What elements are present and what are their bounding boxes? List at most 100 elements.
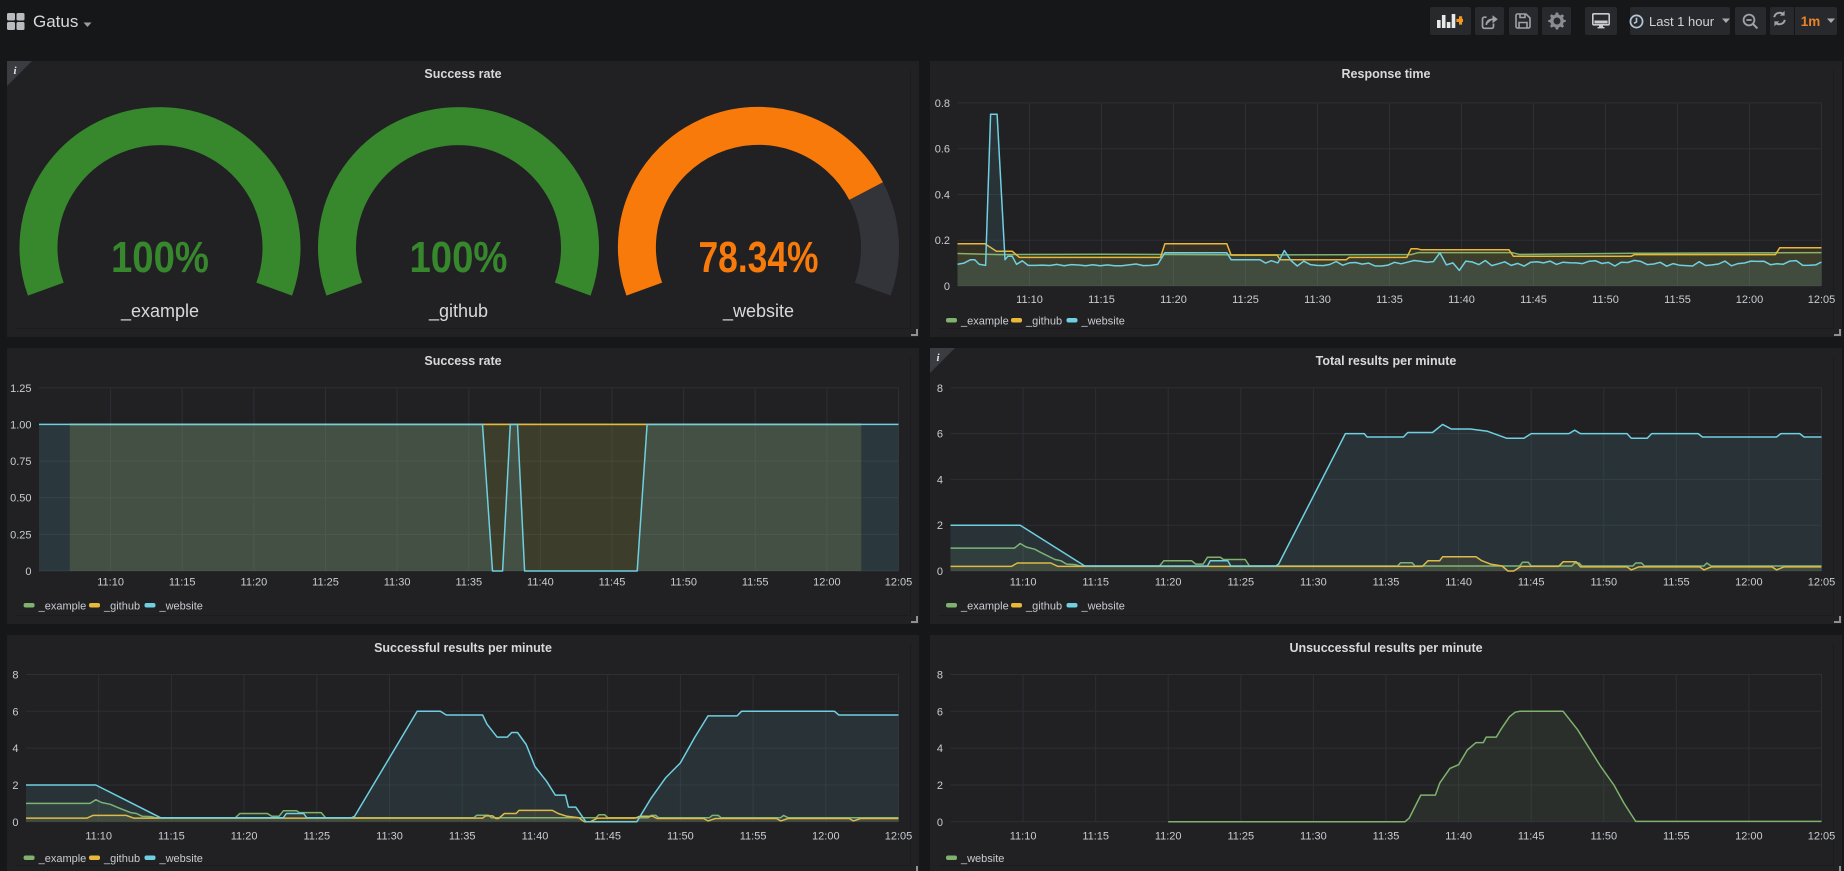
svg-text:11:55: 11:55 [1664,294,1691,306]
svg-text:11:35: 11:35 [455,577,482,589]
svg-text:100%: 100% [111,233,209,282]
svg-text:78.34%: 78.34% [699,233,819,282]
svg-text:11:10: 11:10 [85,831,112,843]
svg-text:11:40: 11:40 [522,831,549,843]
svg-text:11:30: 11:30 [1304,294,1331,306]
svg-text:11:40: 11:40 [1445,831,1472,843]
svg-text:11:50: 11:50 [667,831,694,843]
svg-text:0: 0 [937,817,943,829]
svg-text:0: 0 [25,566,31,578]
svg-text:11:10: 11:10 [1016,294,1043,306]
svg-text:11:20: 11:20 [231,831,258,843]
svg-text:0: 0 [937,566,943,578]
svg-text:11:40: 11:40 [1448,294,1475,306]
svg-text:11:30: 11:30 [1300,831,1327,843]
svg-text:_website: _website [159,853,203,865]
svg-text:11:20: 11:20 [1155,577,1182,589]
svg-text:12:05: 12:05 [885,577,913,589]
svg-text:11:55: 11:55 [1663,831,1690,843]
svg-text:11:55: 11:55 [742,577,769,589]
svg-text:_website: _website [159,601,203,613]
svg-text:11:25: 11:25 [1227,831,1254,843]
svg-text:Success rate: Success rate [424,67,501,81]
svg-text:4: 4 [12,743,18,755]
svg-text:_website: _website [1081,601,1125,613]
svg-text:4: 4 [937,474,943,486]
svg-text:_example: _example [38,601,87,613]
svg-text:12:00: 12:00 [813,577,841,589]
svg-text:Total results per minute: Total results per minute [1316,354,1457,368]
svg-text:1.00: 1.00 [10,419,31,431]
svg-text:11:40: 11:40 [527,577,554,589]
svg-text:12:00: 12:00 [1735,577,1763,589]
svg-text:11:45: 11:45 [599,577,626,589]
svg-text:0.6: 0.6 [935,144,950,156]
svg-text:12:00: 12:00 [1735,831,1763,843]
svg-text:11:20: 11:20 [1155,831,1182,843]
svg-text:Success rate: Success rate [424,354,501,368]
svg-text:11:30: 11:30 [1300,577,1327,589]
svg-text:_website: _website [722,301,794,322]
svg-text:0.50: 0.50 [10,493,31,505]
svg-text:Response time: Response time [1342,67,1431,81]
svg-text:2: 2 [937,780,943,792]
svg-text:0: 0 [12,817,18,829]
svg-text:_example: _example [960,316,1009,328]
svg-text:11:45: 11:45 [1518,577,1545,589]
svg-text:11:15: 11:15 [169,577,196,589]
svg-text:12:05: 12:05 [1808,294,1836,306]
svg-text:11:15: 11:15 [1082,577,1109,589]
svg-text:_github: _github [103,853,140,865]
svg-text:11:30: 11:30 [376,831,403,843]
svg-text:_github: _github [428,301,488,322]
svg-text:11:45: 11:45 [1520,294,1547,306]
svg-text:8: 8 [937,670,943,682]
svg-text:11:50: 11:50 [670,577,697,589]
svg-text:12:00: 12:00 [812,831,840,843]
svg-text:100%: 100% [410,233,508,282]
svg-text:_github: _github [103,601,140,613]
svg-text:4: 4 [937,743,943,755]
svg-text:2: 2 [12,780,18,792]
svg-text:11:15: 11:15 [1082,831,1109,843]
svg-text:11:55: 11:55 [740,831,767,843]
svg-text:Unsuccessful results per minut: Unsuccessful results per minute [1289,641,1482,655]
svg-text:11:25: 11:25 [303,831,330,843]
svg-text:11:15: 11:15 [158,831,185,843]
svg-text:11:30: 11:30 [384,577,411,589]
svg-text:11:15: 11:15 [1088,294,1115,306]
svg-text:11:10: 11:10 [1010,577,1037,589]
svg-text:_example: _example [120,301,199,322]
svg-text:11:35: 11:35 [1373,577,1400,589]
svg-text:11:10: 11:10 [97,577,124,589]
svg-text:11:25: 11:25 [1227,577,1254,589]
svg-text:6: 6 [937,706,943,718]
svg-text:_github: _github [1025,316,1062,328]
svg-text:12:05: 12:05 [1808,831,1836,843]
svg-text:1.25: 1.25 [10,383,31,395]
svg-text:11:10: 11:10 [1010,831,1037,843]
svg-text:Successful results per minute: Successful results per minute [374,641,552,655]
svg-text:0.2: 0.2 [935,235,950,247]
svg-text:0.4: 0.4 [935,190,950,202]
svg-text:11:50: 11:50 [1590,577,1617,589]
svg-text:6: 6 [12,706,18,718]
svg-text:8: 8 [12,670,18,682]
svg-text:12:05: 12:05 [1808,577,1836,589]
svg-text:12:05: 12:05 [885,831,913,843]
svg-text:_example: _example [38,853,87,865]
svg-text:11:35: 11:35 [1376,294,1403,306]
svg-text:_example: _example [960,601,1009,613]
svg-text:_website: _website [1081,316,1125,328]
svg-text:11:35: 11:35 [1373,831,1400,843]
svg-text:_github: _github [1025,601,1062,613]
svg-text:11:40: 11:40 [1445,577,1472,589]
svg-text:11:35: 11:35 [449,831,476,843]
svg-text:_website: _website [960,853,1004,865]
svg-text:11:20: 11:20 [1160,294,1187,306]
svg-text:6: 6 [937,429,943,441]
svg-text:11:25: 11:25 [1232,294,1259,306]
svg-text:0.25: 0.25 [10,529,31,541]
svg-text:11:45: 11:45 [1518,831,1545,843]
svg-text:8: 8 [937,383,943,395]
